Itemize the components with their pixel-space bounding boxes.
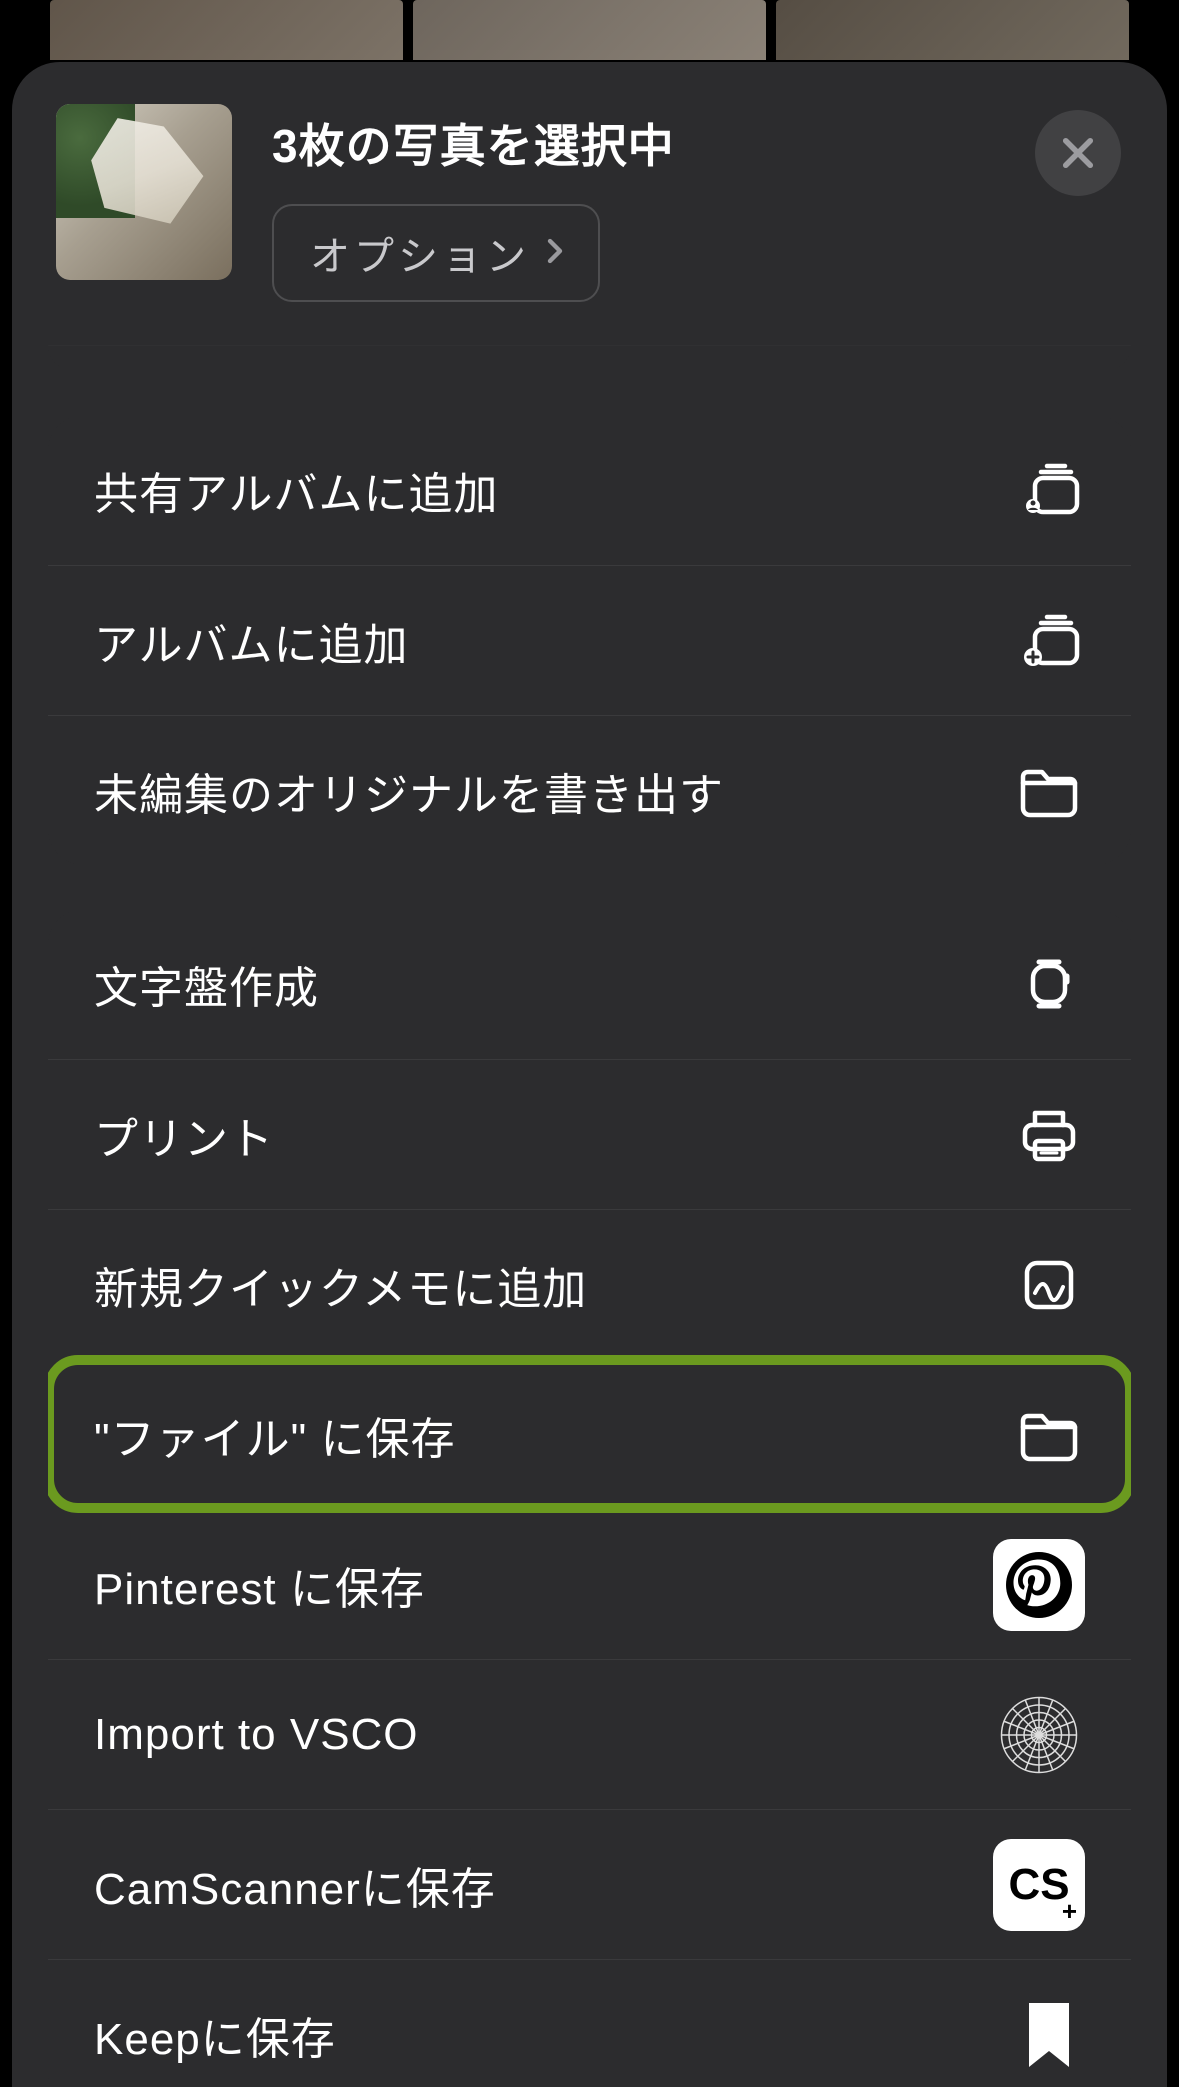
selection-thumbnail	[56, 104, 232, 280]
header-text-block: 3枚の写真を選択中 オプション	[272, 104, 675, 302]
action-save-to-files[interactable]: "ファイル" に保存	[48, 1359, 1131, 1509]
shared-album-icon	[1013, 454, 1085, 526]
folder-icon	[1013, 755, 1085, 827]
share-sheet-header: 3枚の写真を選択中 オプション	[12, 62, 1167, 345]
action-add-quick-note[interactable]: 新規クイックメモに追加	[48, 1209, 1131, 1359]
vsco-icon	[993, 1689, 1085, 1781]
action-label: 未編集のオリジナルを書き出す	[94, 759, 724, 823]
folder-icon	[1013, 1399, 1085, 1471]
options-label: オプション	[310, 224, 530, 282]
close-button[interactable]	[1035, 110, 1121, 196]
action-label: "ファイル" に保存	[94, 1403, 455, 1467]
options-button[interactable]: オプション	[272, 204, 600, 302]
action-save-to-keep[interactable]: Keepに保存	[48, 1959, 1131, 2087]
close-icon	[1057, 132, 1099, 174]
action-label: Pinterest に保存	[94, 1553, 425, 1617]
action-label: Keepに保存	[94, 2003, 336, 2067]
action-save-to-pinterest[interactable]: Pinterest に保存	[48, 1509, 1131, 1659]
previous-group-tail	[48, 345, 1131, 371]
action-print[interactable]: プリント	[48, 1059, 1131, 1209]
action-label: 共有アルバムに追加	[94, 458, 499, 522]
action-save-to-camscanner[interactable]: CamScannerに保存 CS+	[48, 1809, 1131, 1959]
action-label: 新規クイックメモに追加	[94, 1253, 587, 1317]
watch-icon	[1013, 948, 1085, 1020]
printer-icon	[1013, 1099, 1085, 1171]
action-export-original[interactable]: 未編集のオリジナルを書き出す	[48, 715, 1131, 865]
selection-title: 3枚の写真を選択中	[272, 110, 675, 176]
background-photo-strip	[0, 0, 1179, 60]
share-sheet: 3枚の写真を選択中 オプション 共有アルバムに追加	[12, 62, 1167, 2087]
share-sheet-screen: 3枚の写真を選択中 オプション 共有アルバムに追加	[0, 0, 1179, 2087]
action-add-shared-album[interactable]: 共有アルバムに追加	[48, 415, 1131, 565]
pinterest-icon	[993, 1539, 1085, 1631]
action-label: CamScannerに保存	[94, 1853, 496, 1917]
action-import-to-vsco[interactable]: Import to VSCO	[48, 1659, 1131, 1809]
action-label: 文字盤作成	[94, 952, 319, 1016]
add-album-icon	[1013, 605, 1085, 677]
action-label: アルバムに追加	[94, 609, 409, 673]
action-group-1: 文字盤作成 プリント 新規クイックメモに追加	[48, 909, 1131, 2087]
action-create-watch-face[interactable]: 文字盤作成	[48, 909, 1131, 1059]
camscanner-icon: CS+	[993, 1839, 1085, 1931]
action-label: Import to VSCO	[94, 1710, 419, 1760]
quicknote-icon	[1013, 1249, 1085, 1321]
bookmark-icon	[1013, 1999, 1085, 2071]
action-label: プリント	[94, 1103, 274, 1167]
action-add-album[interactable]: アルバムに追加	[48, 565, 1131, 715]
actions-content: 共有アルバムに追加 アルバムに追加 未編集のオリジナルを書き出す	[12, 345, 1167, 2087]
action-group-0: 共有アルバムに追加 アルバムに追加 未編集のオリジナルを書き出す	[48, 415, 1131, 865]
chevron-right-icon	[540, 231, 570, 276]
